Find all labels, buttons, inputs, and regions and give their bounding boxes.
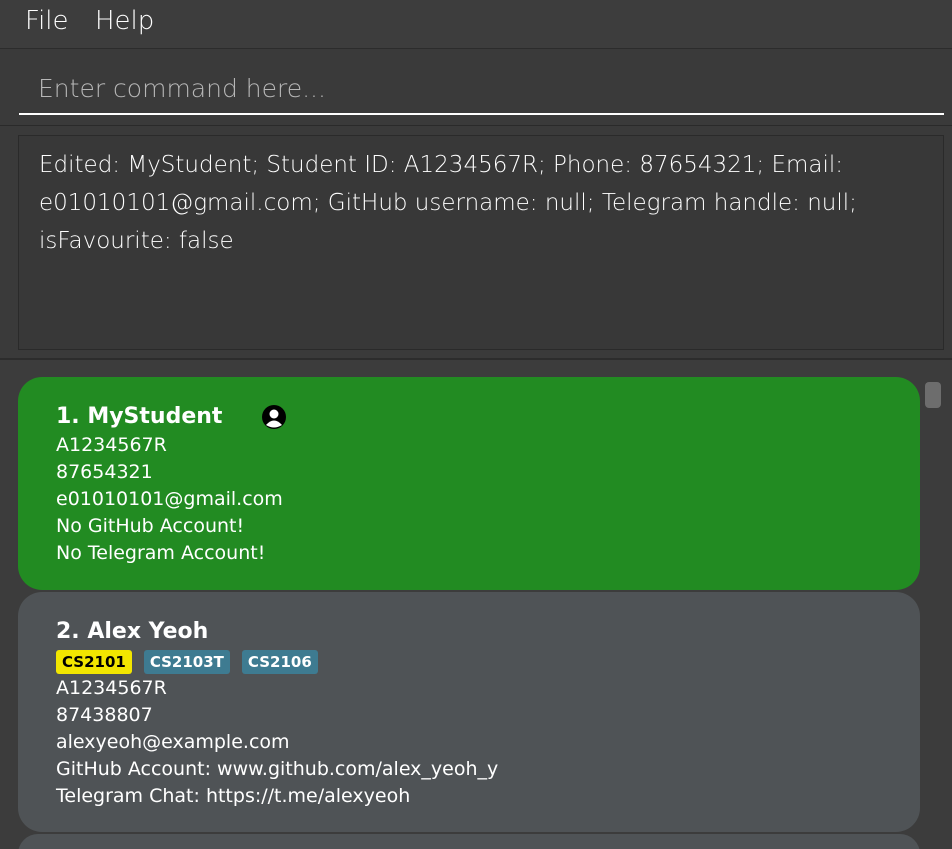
student-id: A1234567R bbox=[56, 434, 167, 456]
menu-help[interactable]: Help bbox=[95, 6, 154, 36]
user-avatar-icon bbox=[262, 405, 287, 429]
student-email: e01010101@gmail.com bbox=[56, 488, 283, 510]
student-github: GitHub Account: www.github.com/alex_yeoh… bbox=[56, 758, 499, 780]
student-name-row: 1. MyStudent bbox=[56, 402, 882, 432]
tag-cs2106: CS2106 bbox=[241, 650, 318, 674]
app-window: File Help Edited: MyStudent; Student ID:… bbox=[0, 0, 952, 849]
result-display-region: Edited: MyStudent; Student ID: A1234567R… bbox=[0, 126, 952, 360]
command-input[interactable] bbox=[19, 63, 944, 115]
scrollbar-thumb[interactable] bbox=[925, 382, 941, 408]
student-list[interactable]: 1. MyStudent A1234567R 87654321 e0101010… bbox=[0, 360, 952, 849]
student-name-row: 2. Alex Yeoh bbox=[56, 617, 882, 647]
student-card-1[interactable]: 1. MyStudent A1234567R 87654321 e0101010… bbox=[18, 377, 920, 590]
tag-cs2103t: CS2103T bbox=[143, 650, 230, 674]
student-telegram: Telegram Chat: https://t.me/alexyeoh bbox=[56, 785, 411, 807]
result-display[interactable]: Edited: MyStudent; Student ID: A1234567R… bbox=[18, 135, 944, 350]
student-id: A1234567R bbox=[56, 677, 167, 699]
menu-file[interactable]: File bbox=[25, 6, 69, 36]
student-telegram: No Telegram Account! bbox=[56, 542, 266, 564]
student-card-3[interactable] bbox=[18, 834, 920, 849]
command-box-region bbox=[0, 49, 952, 126]
student-phone: 87654321 bbox=[56, 461, 153, 483]
student-github: No GitHub Account! bbox=[56, 515, 245, 537]
student-email: alexyeoh@example.com bbox=[56, 731, 290, 753]
tag-cs2101: CS2101 bbox=[56, 650, 132, 674]
student-phone: 87438807 bbox=[56, 704, 153, 726]
tag-list: CS2101 CS2103T CS2106 bbox=[56, 649, 882, 675]
student-name: 1. MyStudent bbox=[56, 404, 223, 429]
menu-bar: File Help bbox=[0, 0, 952, 49]
student-name: 2. Alex Yeoh bbox=[56, 619, 209, 644]
student-card-2[interactable]: 2. Alex Yeoh CS2101 CS2103T CS2106 A1234… bbox=[18, 592, 920, 832]
